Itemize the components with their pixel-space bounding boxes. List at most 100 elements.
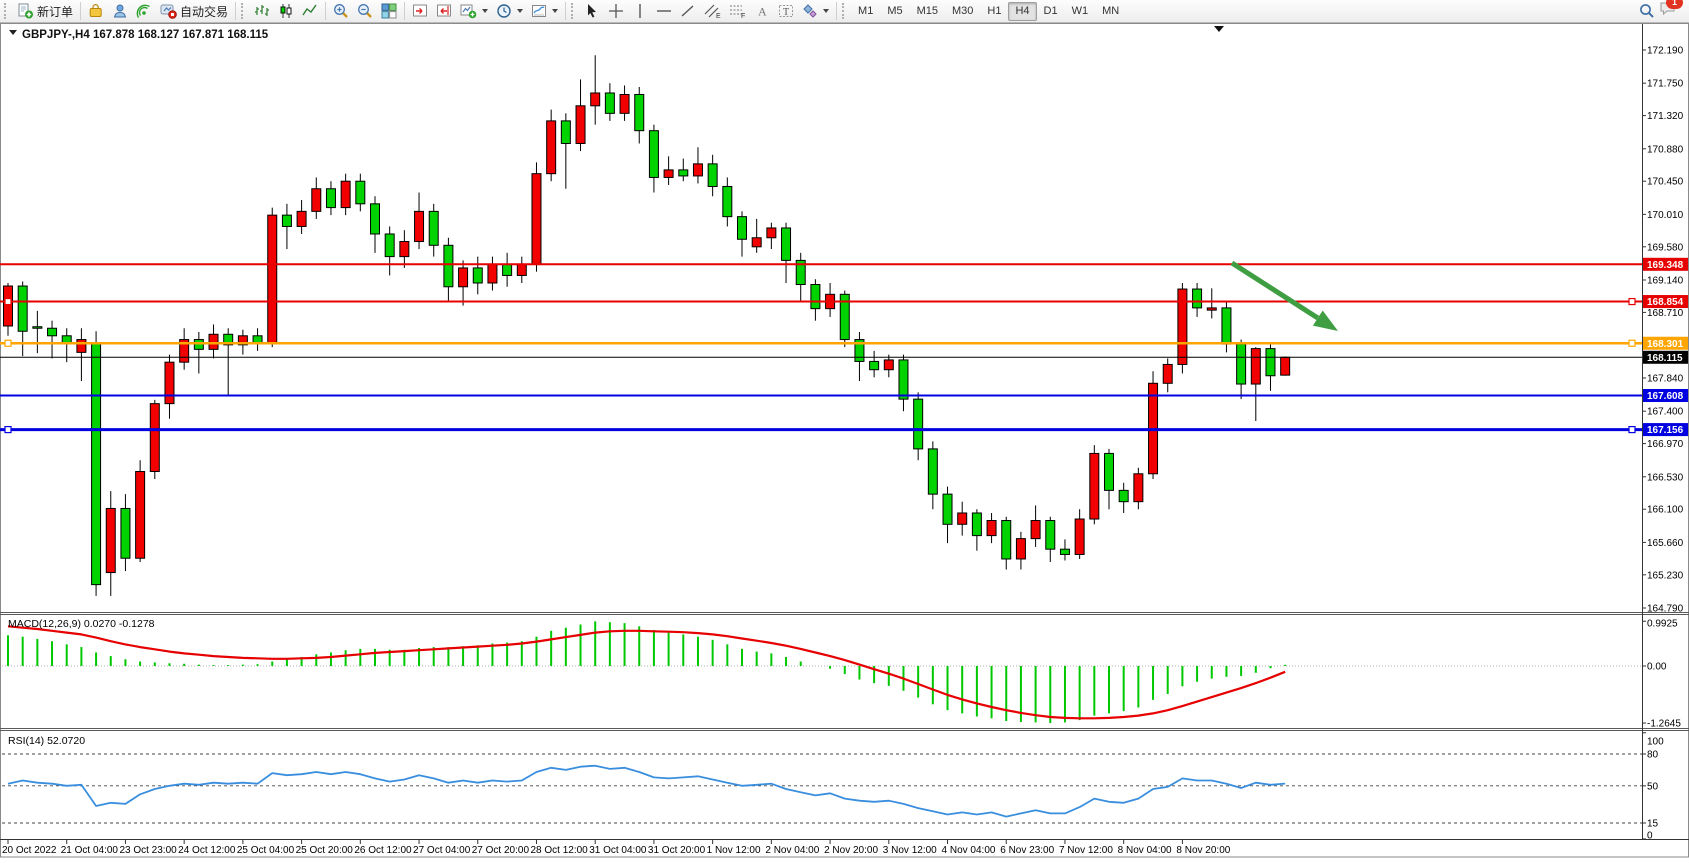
svg-text:E: E <box>716 13 721 19</box>
chart-canvas[interactable]: 172.190171.750171.320170.880170.450170.0… <box>0 23 1689 863</box>
vertical-line-icon <box>632 3 648 19</box>
chart-window[interactable]: 172.190171.750171.320170.880170.450170.0… <box>0 23 1689 863</box>
line-handle[interactable] <box>5 299 11 305</box>
autotrading-button[interactable]: 自动交易 <box>156 1 232 21</box>
template-button[interactable] <box>527 1 562 21</box>
cursor-icon <box>584 3 600 19</box>
timeframe-button-H4[interactable]: H4 <box>1008 2 1036 21</box>
timeframe-button-H1[interactable]: H1 <box>980 2 1008 21</box>
search-button[interactable] <box>1635 1 1659 21</box>
candlestick-icon <box>278 3 294 19</box>
svg-text:F: F <box>741 13 745 19</box>
candle-body <box>4 286 13 326</box>
trendline-tool-button[interactable] <box>676 1 700 21</box>
candle-body <box>664 170 673 178</box>
line-handle[interactable] <box>5 340 11 346</box>
text-icon: A <box>754 3 770 19</box>
text-label-tool-button[interactable]: T <box>774 1 798 21</box>
macd-label: MACD(12,26,9) 0.0270 -0.1278 <box>8 618 155 630</box>
candle-body <box>870 361 879 369</box>
candle-body <box>547 121 556 174</box>
timeframe-button-M30[interactable]: M30 <box>945 2 980 21</box>
dropdown-caret <box>552 9 558 13</box>
toolbar-grip[interactable] <box>241 3 247 19</box>
timeframe-button-MN[interactable]: MN <box>1095 2 1126 21</box>
fibonacci-tool-button[interactable]: F <box>725 1 750 21</box>
timeframe-button-D1[interactable]: D1 <box>1037 2 1065 21</box>
candle-body <box>958 513 967 524</box>
tile-windows-button[interactable] <box>377 1 401 21</box>
rsi-tick-label: 80 <box>1647 750 1659 761</box>
candle-body <box>899 360 908 399</box>
market-icon <box>88 3 104 19</box>
toolbar-separator <box>235 2 236 20</box>
line-handle[interactable] <box>5 427 11 433</box>
add-indicator-button[interactable] <box>456 1 492 21</box>
toolbar-grip[interactable] <box>4 3 10 19</box>
price-tick-label: 164.790 <box>1647 603 1684 614</box>
dropdown-caret <box>517 9 523 13</box>
candle-body <box>1237 344 1246 384</box>
line-handle[interactable] <box>1629 299 1635 305</box>
text-tool-button[interactable]: A <box>750 1 774 21</box>
candlestick-mode-button[interactable] <box>274 1 298 21</box>
candle-body <box>693 164 702 176</box>
rsi-tick-label: 0 <box>1647 831 1653 842</box>
candle-body <box>811 285 820 309</box>
new-order-button[interactable]: 新订单 <box>13 1 77 21</box>
candle-body <box>679 170 688 176</box>
candle-body <box>18 286 27 331</box>
candle-body <box>400 242 409 257</box>
svg-text:168.854: 168.854 <box>1647 297 1684 308</box>
zoom-in-icon <box>333 3 349 19</box>
toolbar-separator <box>565 2 566 20</box>
candle-body <box>1031 521 1040 539</box>
auto-scroll-button[interactable] <box>408 1 432 21</box>
candle-body <box>914 399 923 449</box>
timeframe-button-M5[interactable]: M5 <box>880 2 909 21</box>
candle-body <box>326 189 335 208</box>
toolbar-separator <box>404 2 405 20</box>
time-tick-label: 1 Nov 12:00 <box>707 845 761 856</box>
candle-body <box>1281 357 1290 375</box>
zoom-in-button[interactable] <box>329 1 353 21</box>
community-button[interactable] <box>108 1 132 21</box>
crosshair-tool-button[interactable] <box>604 1 628 21</box>
autotrading-label: 自动交易 <box>180 3 228 20</box>
toolbar-grip[interactable] <box>571 3 577 19</box>
candle-body <box>121 508 130 558</box>
price-tick-label: 172.190 <box>1647 46 1684 57</box>
line-chart-mode-button[interactable] <box>298 1 322 21</box>
price-tick-label: 170.010 <box>1647 210 1684 221</box>
timeframe-button-M15[interactable]: M15 <box>910 2 945 21</box>
fibonacci-icon: F <box>729 3 746 19</box>
toolbar-right-group: 1 <box>1635 0 1687 22</box>
price-tick-label: 170.880 <box>1647 144 1684 155</box>
candle-body <box>429 211 438 245</box>
bar-chart-mode-button[interactable] <box>250 1 274 21</box>
cursor-tool-button[interactable] <box>580 1 604 21</box>
horizontal-line-tool-button[interactable] <box>652 1 676 21</box>
line-handle[interactable] <box>1629 427 1635 433</box>
signals-button[interactable] <box>132 1 156 21</box>
channel-tool-button[interactable]: E <box>700 1 725 21</box>
svg-text:A: A <box>758 5 767 19</box>
candle-body <box>1046 521 1055 550</box>
trendline-icon <box>680 3 696 19</box>
timeframe-button-W1[interactable]: W1 <box>1065 2 1096 21</box>
notifications-button[interactable]: 1 <box>1659 0 1677 22</box>
new-order-label: 新订单 <box>37 3 73 20</box>
price-line-label-167.608: 167.608 <box>1643 389 1688 402</box>
zoom-out-button[interactable] <box>353 1 377 21</box>
period-button[interactable] <box>492 1 527 21</box>
shapes-tool-button[interactable] <box>798 1 833 21</box>
chart-shift-button[interactable] <box>432 1 456 21</box>
market-button[interactable] <box>84 1 108 21</box>
text-label-icon: T <box>778 3 794 19</box>
time-tick-label: 3 Nov 12:00 <box>883 845 937 856</box>
toolbar-grip[interactable] <box>842 3 848 19</box>
timeframe-button-M1[interactable]: M1 <box>851 2 880 21</box>
vertical-line-tool-button[interactable] <box>628 1 652 21</box>
candle-body <box>767 228 776 238</box>
line-handle[interactable] <box>1629 340 1635 346</box>
